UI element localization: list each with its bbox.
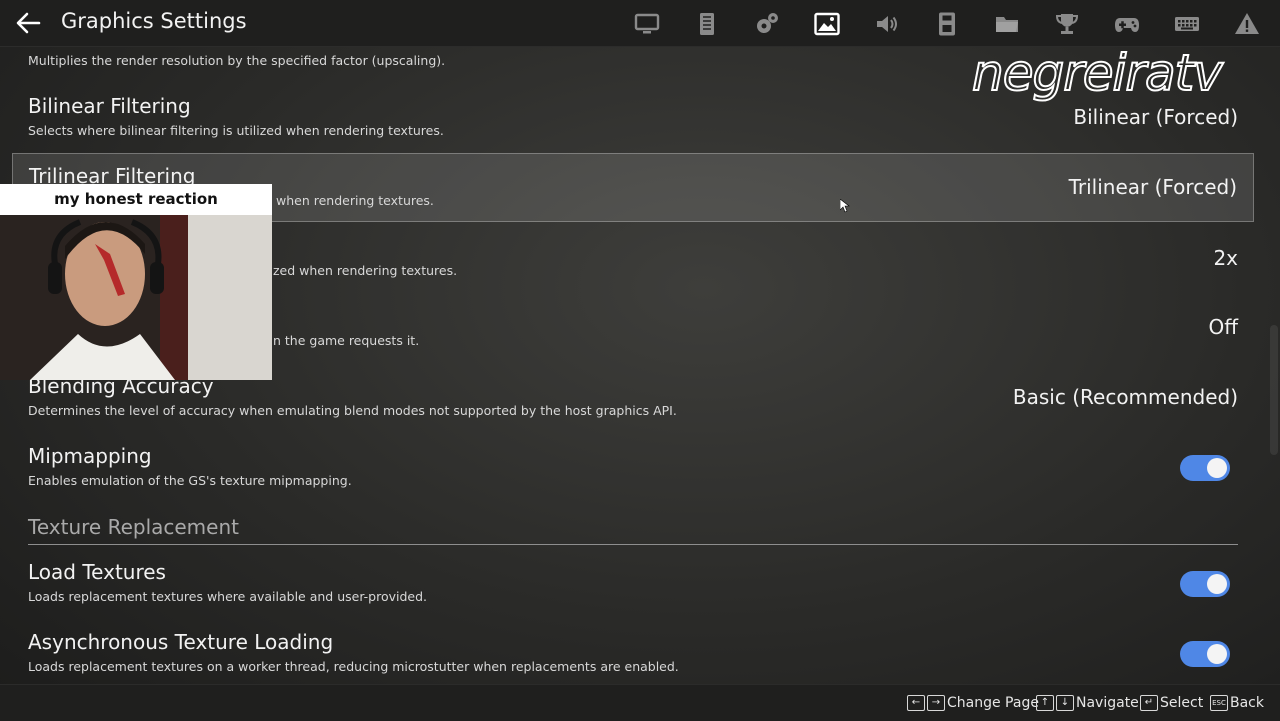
footer-hints: ← → Change Page ↑ ↓ Navigate ↵ Select ESC … (0, 684, 1280, 721)
mouse-cursor-icon (839, 198, 850, 213)
back-arrow-icon[interactable] (14, 9, 42, 37)
keyboard-icon[interactable] (1174, 11, 1200, 37)
setting-description: zed when rendering textures. (273, 263, 458, 278)
gamepad-icon[interactable] (1114, 11, 1140, 37)
hint-label: Select (1160, 695, 1204, 711)
toggle-knob (1207, 644, 1227, 664)
trophy-icon[interactable] (1054, 11, 1080, 37)
async-texture-loading-toggle[interactable] (1180, 641, 1230, 667)
setting-title: Bilinear Filtering (28, 94, 191, 118)
setting-row-mipmapping[interactable]: Mipmapping Enables emulation of the GS's… (12, 434, 1254, 502)
setting-description: Determines the level of accuracy when em… (28, 403, 677, 418)
hint-label: Navigate (1076, 695, 1139, 711)
setting-description: when rendering textures. (276, 193, 434, 208)
hint-label: Change Page (947, 695, 1039, 711)
setting-description: Loads replacement textures where availab… (28, 589, 428, 604)
monitor-icon[interactable] (634, 11, 660, 37)
setting-row-async-texture-loading[interactable]: Asynchronous Texture Loading Loads repla… (12, 620, 1254, 684)
section-title-texture-replacement: Texture Replacement (28, 515, 239, 539)
setting-value[interactable]: Off (1208, 315, 1238, 339)
escape-key-icon: ESC (1210, 695, 1228, 711)
cpu-icon[interactable] (694, 11, 720, 37)
down-arrow-key-icon: ↓ (1056, 695, 1074, 711)
load-textures-toggle[interactable] (1180, 571, 1230, 597)
right-arrow-key-icon: → (927, 695, 945, 711)
setting-description: n the game requests it. (273, 333, 420, 348)
image-icon[interactable] (814, 11, 840, 37)
setting-description: Loads replacement textures on a worker t… (28, 659, 679, 674)
setting-value[interactable]: Basic (Recommended) (1013, 385, 1238, 409)
scrollbar[interactable] (1270, 325, 1278, 455)
hint-label: Back (1230, 695, 1264, 711)
setting-row-load-textures[interactable]: Load Textures Loads replacement textures… (12, 550, 1254, 618)
hint-change-page[interactable]: ← → Change Page (907, 695, 1039, 711)
setting-value[interactable]: 2x (1213, 246, 1238, 270)
webcam-caption: my honest reaction (0, 184, 272, 215)
setting-description: Enables emulation of the GS's texture mi… (28, 473, 352, 488)
hint-navigate[interactable]: ↑ ↓ Navigate (1036, 695, 1139, 711)
toggle-knob (1207, 458, 1227, 478)
up-arrow-key-icon: ↑ (1036, 695, 1054, 711)
hint-back[interactable]: ESC Back (1210, 695, 1264, 711)
setting-title: Asynchronous Texture Loading (28, 630, 334, 654)
setting-description: Selects where bilinear filtering is util… (28, 123, 444, 138)
gears-icon[interactable] (754, 11, 780, 37)
page-title: Graphics Settings (61, 9, 247, 33)
toggle-knob (1207, 574, 1227, 594)
hint-select[interactable]: ↵ Select (1140, 695, 1203, 711)
section-divider (28, 544, 1238, 545)
setting-value[interactable]: Trilinear (Forced) (1069, 175, 1237, 199)
enter-key-icon: ↵ (1140, 695, 1158, 711)
setting-title: Mipmapping (28, 444, 152, 468)
setting-description: Multiplies the render resolution by the … (28, 53, 446, 68)
left-arrow-key-icon: ← (907, 695, 925, 711)
folder-icon[interactable] (994, 11, 1020, 37)
mipmapping-toggle[interactable] (1180, 455, 1230, 481)
speaker-icon[interactable] (874, 11, 900, 37)
watermark-logo: negreiratv (971, 43, 1224, 103)
setting-title: Load Textures (28, 560, 166, 584)
warning-icon[interactable] (1234, 11, 1260, 37)
setting-value[interactable]: Bilinear (Forced) (1073, 105, 1238, 129)
memory-card-icon[interactable] (934, 11, 960, 37)
webcam-overlay: my honest reaction (0, 184, 272, 380)
